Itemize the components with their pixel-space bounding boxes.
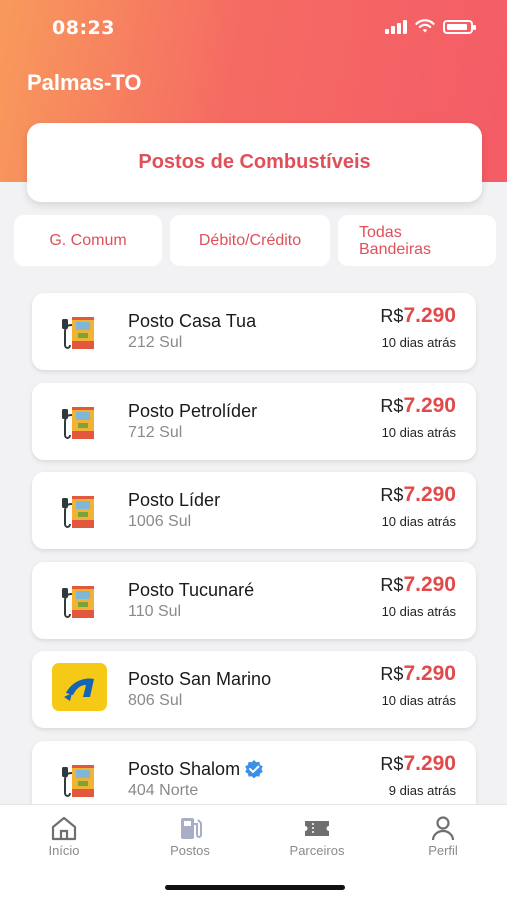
- station-address: 712 Sul: [128, 423, 183, 441]
- station-address: 404 Norte: [128, 781, 199, 799]
- station-card[interactable]: Posto San Marino 806 Sul R$ 7.290 10 dia…: [32, 651, 476, 728]
- person-icon: [431, 816, 455, 841]
- price-value: 7.290: [403, 304, 456, 327]
- price-updated: 10 dias atrás: [381, 335, 456, 350]
- tab-stations-label: Postos: [170, 843, 210, 858]
- price-currency: R$: [380, 753, 404, 774]
- station-name: Posto Shalom: [128, 759, 264, 780]
- signal-icon: [385, 19, 407, 34]
- filter-flag-line2: Bandeiras: [359, 240, 432, 258]
- price-currency: R$: [380, 574, 404, 595]
- tab-partners-label: Parceiros: [289, 843, 345, 858]
- station-address: 212 Sul: [128, 334, 183, 351]
- fuel-pump-icon: [52, 484, 107, 539]
- price-currency: R$: [380, 485, 404, 505]
- price-updated: 9 dias atrás: [388, 782, 456, 798]
- station-name-text: Posto Casa Tua: [128, 311, 257, 331]
- station-name-text: Posto Líder: [128, 490, 221, 510]
- status-bar: 08:23: [0, 0, 507, 56]
- tab-profile-label: Perfil: [428, 843, 458, 858]
- price-updated: 10 dias atrás: [381, 603, 456, 619]
- wifi-icon: [415, 19, 435, 33]
- price-updated: 10 dias atrás: [381, 514, 456, 529]
- fuel-station-icon: [181, 818, 202, 839]
- filter-bar: G. Comum Débito/Crédito Todas Bandeiras: [14, 215, 496, 266]
- status-time: 08:23: [52, 17, 115, 39]
- station-address: 110 Sul: [128, 602, 182, 620]
- status-icons: [385, 19, 476, 34]
- filter-payment[interactable]: Débito/Crédito: [170, 215, 330, 266]
- price-value: 7.290: [403, 393, 456, 417]
- station-price: R$ 7.290: [380, 394, 456, 418]
- tab-home-label: Início: [48, 843, 80, 858]
- station-card[interactable]: Posto Líder 1006 Sul R$ 7.290 10 dias at…: [32, 472, 476, 549]
- station-address: 1006 Sul: [128, 513, 192, 530]
- price-value: 7.290: [403, 572, 456, 596]
- station-card[interactable]: Posto Petrolíder 712 Sul R$ 7.290 10 dia…: [32, 382, 476, 460]
- price-updated: 10 dias atrás: [381, 424, 456, 440]
- station-name-text: Posto Shalom: [128, 758, 241, 779]
- station-name: Posto San Marino: [128, 669, 271, 690]
- price-currency: R$: [380, 664, 404, 684]
- price-value: 7.290: [403, 751, 456, 775]
- price-value: 7.290: [403, 662, 456, 685]
- station-price: R$ 7.290: [380, 483, 456, 507]
- station-price: R$ 7.290: [380, 304, 456, 328]
- filter-fuel-label: G. Comum: [49, 231, 127, 249]
- station-name-text: Posto San Marino: [128, 669, 272, 689]
- fuel-pump-icon: [52, 395, 107, 450]
- ipiranga-logo-icon: [52, 663, 107, 718]
- price-updated: 10 dias atrás: [381, 693, 456, 708]
- category-label: Postos de Combustíveis: [138, 151, 371, 173]
- verified-icon: [245, 760, 263, 779]
- station-card[interactable]: Posto Tucunaré 110 Sul R$ 7.290 10 dias …: [32, 561, 476, 639]
- filter-flag-line1: Todas: [359, 223, 402, 241]
- station-card[interactable]: Posto Casa Tua 212 Sul R$ 7.290 10 dias …: [32, 293, 476, 370]
- home-indicator: [165, 885, 345, 890]
- station-name: Posto Tucunaré: [128, 580, 254, 601]
- category-selector[interactable]: Postos de Combustíveis: [27, 123, 482, 202]
- price-value: 7.290: [403, 483, 456, 506]
- price-currency: R$: [380, 306, 404, 326]
- tab-stations[interactable]: Postos: [140, 815, 240, 858]
- home-icon: [51, 816, 77, 841]
- station-name: Posto Casa Tua: [128, 311, 256, 332]
- battery-icon: [443, 19, 476, 34]
- fuel-pump-icon: [52, 753, 107, 808]
- tab-home[interactable]: Início: [14, 815, 114, 858]
- tab-profile[interactable]: Perfil: [393, 815, 493, 858]
- price-currency: R$: [380, 395, 404, 416]
- station-name-text: Posto Tucunaré: [128, 579, 255, 600]
- fuel-pump-icon: [52, 574, 107, 629]
- station-price: R$ 7.290: [380, 573, 456, 597]
- filter-flag-label: Todas Bandeiras: [359, 224, 431, 258]
- filter-fuel-type[interactable]: G. Comum: [14, 215, 162, 266]
- city-title[interactable]: Palmas-TO: [27, 70, 142, 96]
- tab-partners[interactable]: Parceiros: [267, 815, 367, 858]
- filter-flag[interactable]: Todas Bandeiras: [338, 215, 496, 266]
- station-price: R$ 7.290: [380, 752, 456, 776]
- station-name: Posto Petrolíder: [128, 401, 257, 422]
- station-name: Posto Líder: [128, 490, 220, 511]
- ticket-icon: [305, 821, 329, 836]
- station-price: R$ 7.290: [380, 662, 456, 686]
- station-name-text: Posto Petrolíder: [128, 400, 258, 421]
- station-address: 806 Sul: [128, 692, 183, 709]
- filter-payment-label: Débito/Crédito: [198, 231, 302, 249]
- fuel-pump-icon: [52, 305, 107, 360]
